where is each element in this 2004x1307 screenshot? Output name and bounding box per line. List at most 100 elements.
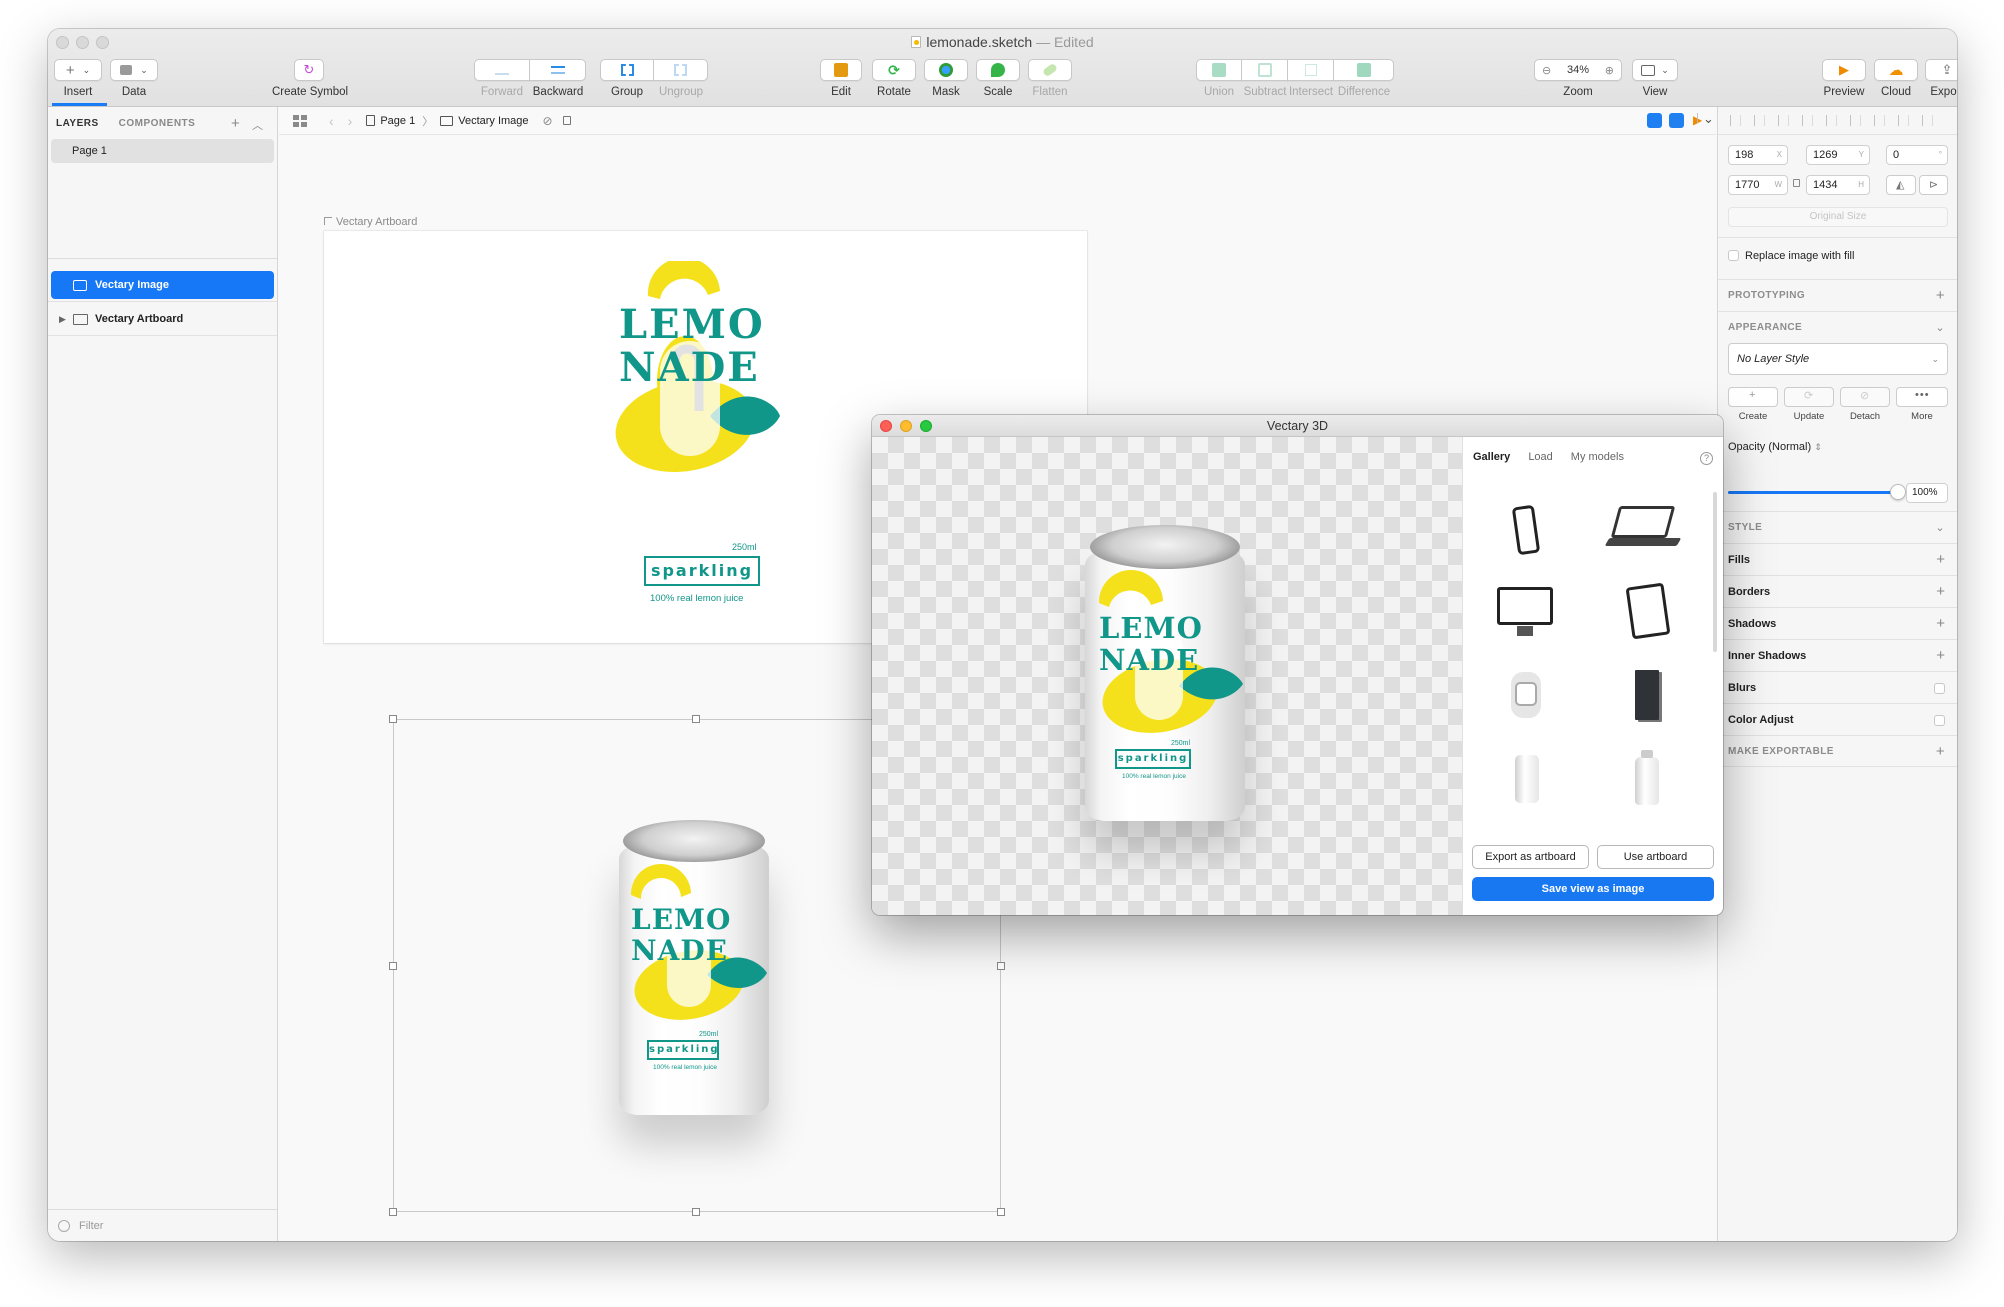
resize-handle[interactable] bbox=[997, 1208, 1005, 1216]
resize-handle[interactable] bbox=[997, 962, 1005, 970]
add-icon[interactable]: + bbox=[1936, 280, 1945, 312]
replace-fill-checkbox[interactable] bbox=[1728, 250, 1739, 261]
add-page-icon[interactable]: + bbox=[231, 115, 240, 132]
forward-icon[interactable]: › bbox=[348, 113, 353, 129]
preview-button[interactable]: ▶ Preview bbox=[1822, 59, 1866, 98]
resize-handle[interactable] bbox=[389, 715, 397, 723]
union-button[interactable]: Union bbox=[1196, 59, 1242, 98]
zoom-dialog-button[interactable] bbox=[920, 420, 932, 432]
more-style-button[interactable]: ••• bbox=[1896, 387, 1948, 407]
view-button[interactable]: ⌄ View bbox=[1632, 59, 1678, 98]
layer-filter[interactable]: Filter bbox=[48, 1209, 277, 1241]
3d-viewport[interactable]: LEMO NADE 250ml sparkling 100% real lemo… bbox=[872, 437, 1462, 915]
intersect-button[interactable]: Intersect bbox=[1287, 59, 1334, 98]
bottle-mockup-thumbnail[interactable] bbox=[1593, 747, 1703, 827]
align-center-icon[interactable] bbox=[1778, 115, 1789, 126]
lock-ratio-icon[interactable] bbox=[1793, 179, 1800, 187]
zoom-control[interactable]: ⊖ 34% ⊕ Zoom bbox=[1534, 59, 1622, 98]
shadows-section[interactable]: Shadows + bbox=[1718, 607, 1957, 639]
update-style-button[interactable]: ⟳ bbox=[1784, 387, 1834, 407]
opacity-field[interactable]: 100% bbox=[1906, 483, 1948, 503]
minimize-dialog-button[interactable] bbox=[900, 420, 912, 432]
style-section[interactable]: STYLE ⌄ bbox=[1718, 511, 1957, 543]
color-adjust-checkbox[interactable] bbox=[1934, 715, 1945, 726]
replace-fill-option[interactable]: Replace image with fill bbox=[1728, 250, 1854, 262]
hide-icon[interactable]: ⊘ bbox=[543, 114, 553, 128]
blur-checkbox[interactable] bbox=[1934, 683, 1945, 694]
appearance-section[interactable]: APPEARANCE ⌄ bbox=[1718, 311, 1957, 343]
align-right-icon[interactable] bbox=[1802, 115, 1813, 126]
breadcrumb-page[interactable]: Page 1 bbox=[380, 115, 415, 127]
layer-vectary-artboard[interactable]: ▶ Vectary Artboard bbox=[51, 305, 274, 333]
insert-dropdown[interactable]: + ⌄ bbox=[54, 59, 102, 81]
forward-button[interactable]: Forward bbox=[474, 59, 530, 98]
tab-components[interactable]: COMPONENTS bbox=[119, 118, 196, 129]
ungroup-button[interactable]: Ungroup bbox=[653, 59, 708, 98]
tab-layers[interactable]: LAYERS bbox=[56, 118, 99, 129]
add-shadow-icon[interactable]: + bbox=[1936, 608, 1945, 640]
chevron-down-icon[interactable]: ⌄ bbox=[1703, 111, 1714, 127]
difference-button[interactable]: Difference bbox=[1333, 59, 1394, 98]
x-field[interactable]: 198 X bbox=[1728, 145, 1788, 165]
height-field[interactable]: 1434 H bbox=[1806, 175, 1870, 195]
color-adjust-section[interactable]: Color Adjust bbox=[1718, 703, 1957, 735]
monitor-mockup-thumbnail[interactable] bbox=[1473, 577, 1583, 657]
width-field[interactable]: 1770 W bbox=[1728, 175, 1788, 195]
align-h-center-icon[interactable] bbox=[1826, 115, 1837, 126]
backward-button[interactable]: Backward bbox=[529, 59, 586, 98]
vectary-plugin-icon[interactable] bbox=[1647, 113, 1662, 128]
subtract-button[interactable]: Subtract bbox=[1241, 59, 1288, 98]
flatten-button[interactable]: Flatten bbox=[1028, 59, 1072, 98]
insert-button[interactable]: + ⌄ Insert bbox=[54, 59, 102, 98]
rotate-button[interactable]: ⟳ Rotate bbox=[872, 59, 916, 98]
original-size-button[interactable]: Original Size bbox=[1728, 207, 1948, 227]
laptop-mockup-thumbnail[interactable] bbox=[1593, 492, 1703, 572]
page-item[interactable]: Page 1 bbox=[51, 139, 274, 163]
download-icon[interactable] bbox=[1669, 113, 1684, 128]
use-artboard-button[interactable]: Use artboard bbox=[1597, 845, 1714, 869]
tablet-mockup-thumbnail[interactable] bbox=[1593, 577, 1703, 657]
data-button[interactable]: ⌄ Data bbox=[110, 59, 158, 98]
align-middle-icon[interactable] bbox=[1874, 115, 1885, 126]
create-style-button[interactable]: + bbox=[1728, 387, 1778, 407]
make-exportable-section[interactable]: MAKE EXPORTABLE + bbox=[1718, 735, 1957, 767]
3d-can-model[interactable]: LEMO NADE 250ml sparkling 100% real lemo… bbox=[1085, 525, 1245, 825]
back-icon[interactable]: ‹ bbox=[329, 113, 334, 129]
resize-handle[interactable] bbox=[692, 715, 700, 723]
chevron-down-icon[interactable]: ⌄ bbox=[1935, 312, 1945, 344]
book-mockup-thumbnail[interactable] bbox=[1593, 662, 1703, 742]
add-border-icon[interactable]: + bbox=[1936, 576, 1945, 608]
breadcrumb-layer[interactable]: Vectary Image bbox=[458, 115, 528, 127]
cloud-button[interactable]: ☁ Cloud bbox=[1874, 59, 1918, 98]
flip-vertical-button[interactable]: ⊳ bbox=[1919, 175, 1948, 195]
resize-handle[interactable] bbox=[692, 1208, 700, 1216]
group-button[interactable]: Group bbox=[600, 59, 654, 98]
rotation-field[interactable]: 0 ° bbox=[1886, 145, 1948, 165]
layer-vectary-image[interactable]: Vectary Image bbox=[51, 271, 274, 299]
inner-shadows-section[interactable]: Inner Shadows + bbox=[1718, 639, 1957, 671]
align-left-icon[interactable] bbox=[1730, 115, 1741, 126]
detach-style-button[interactable]: ⊘ bbox=[1840, 387, 1890, 407]
add-fill-icon[interactable]: + bbox=[1936, 544, 1945, 576]
resize-handle[interactable] bbox=[389, 1208, 397, 1216]
disclosure-triangle-icon[interactable]: ▶ bbox=[59, 314, 73, 325]
zoom-out-icon[interactable]: ⊖ bbox=[1542, 64, 1551, 77]
prototyping-section[interactable]: PROTOTYPING + bbox=[1718, 279, 1957, 311]
tab-gallery[interactable]: Gallery bbox=[1473, 451, 1510, 463]
lock-icon[interactable] bbox=[562, 116, 571, 125]
tab-load[interactable]: Load bbox=[1528, 451, 1552, 463]
grid-icon[interactable] bbox=[293, 114, 307, 127]
chevron-down-icon[interactable]: ⌄ bbox=[1935, 512, 1945, 544]
layer-style-dropdown[interactable]: No Layer Style ⌄ bbox=[1728, 343, 1948, 375]
fills-section[interactable]: Fills + bbox=[1718, 543, 1957, 575]
align-bottom-icon[interactable] bbox=[1898, 115, 1909, 126]
create-symbol-button[interactable]: ↻ Create Symbol bbox=[272, 59, 348, 98]
align-top-icon[interactable] bbox=[1850, 115, 1861, 126]
watch-mockup-thumbnail[interactable] bbox=[1473, 662, 1583, 742]
artboard-title[interactable]: Vectary Artboard bbox=[324, 216, 417, 228]
gallery-scrollbar[interactable] bbox=[1713, 492, 1717, 652]
add-export-icon[interactable]: + bbox=[1936, 736, 1945, 768]
borders-section[interactable]: Borders + bbox=[1718, 575, 1957, 607]
export-as-artboard-button[interactable]: Export as artboard bbox=[1472, 845, 1589, 869]
opacity-label[interactable]: Opacity (Normal) ⇕ bbox=[1728, 441, 1822, 453]
